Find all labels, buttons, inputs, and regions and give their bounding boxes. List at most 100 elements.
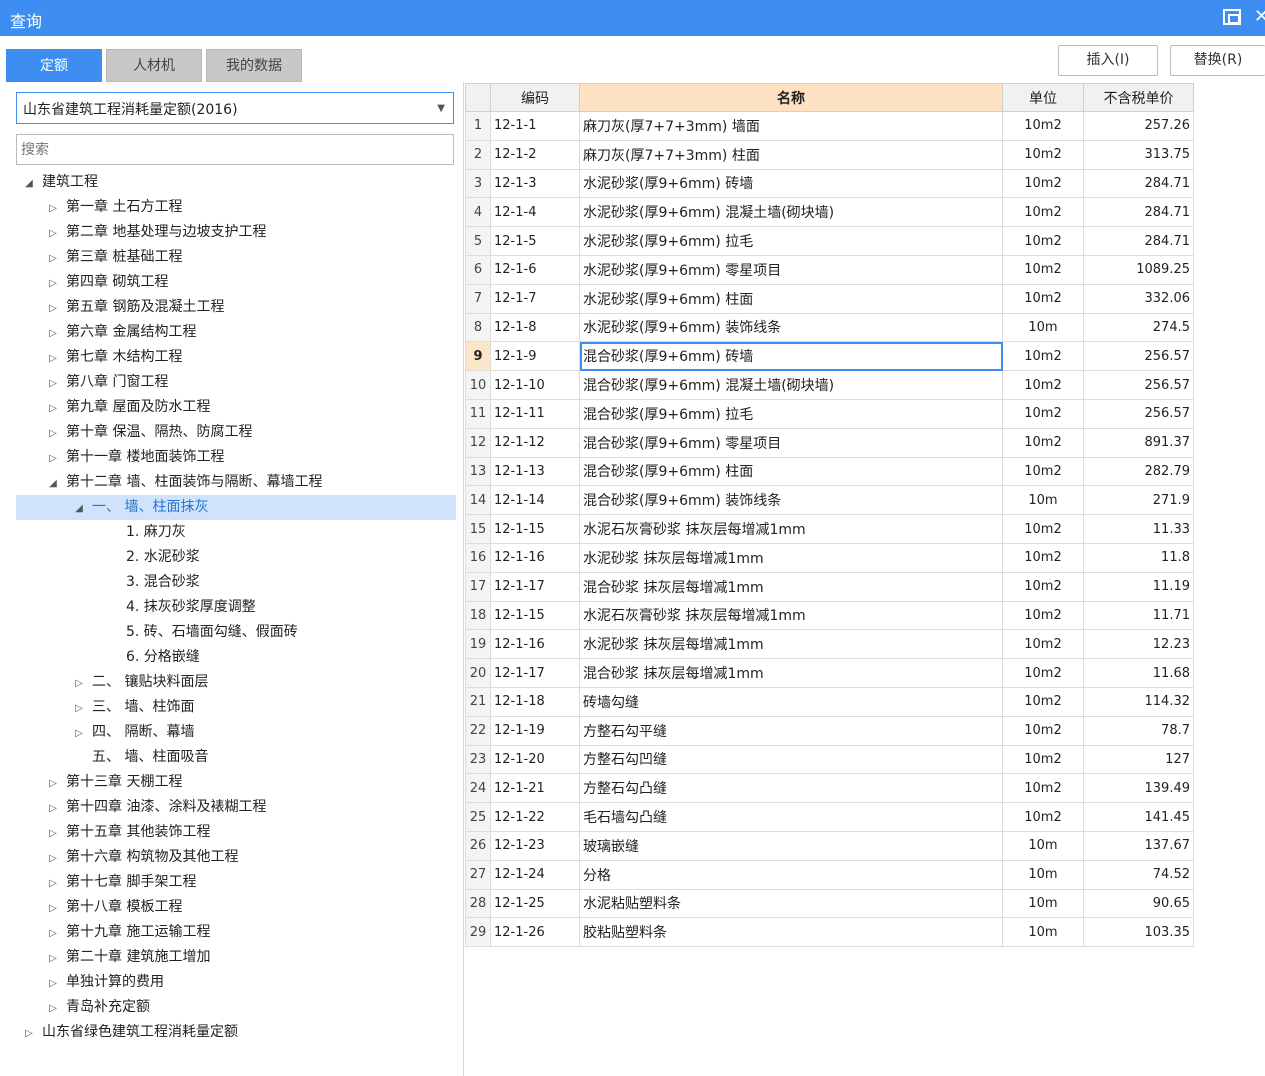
tree-item[interactable]: 1. 麻刀灰 xyxy=(6,520,464,545)
name-cell[interactable]: 胶粘贴塑料条 xyxy=(579,917,1003,948)
code-cell[interactable]: 12-1-13 xyxy=(490,456,580,487)
table-row[interactable]: 5 12-1-5 水泥砂浆(厚9+6mm) 拉毛 10m2 284.71 xyxy=(465,226,1194,256)
row-number-cell[interactable]: 10 xyxy=(465,370,491,400)
code-cell[interactable]: 12-1-20 xyxy=(490,744,580,775)
maximize-icon[interactable] xyxy=(1223,9,1241,25)
code-cell[interactable]: 12-1-7 xyxy=(490,283,580,314)
collapsed-arrow-icon[interactable]: ▷ xyxy=(46,996,60,1021)
unit-cell[interactable]: 10m xyxy=(1002,830,1084,861)
collapsed-arrow-icon[interactable]: ▷ xyxy=(46,796,60,821)
tab-quota[interactable]: 定额 xyxy=(6,49,102,82)
name-cell[interactable]: 混合砂浆 抹灰层每增减1mm xyxy=(579,658,1003,688)
tree-item[interactable]: 4. 抹灰砂浆厚度调整 xyxy=(6,595,464,620)
price-cell[interactable]: 313.75 xyxy=(1083,139,1194,170)
name-cell[interactable]: 混合砂浆(厚9+6mm) 砖墙 xyxy=(579,341,1003,372)
name-cell[interactable]: 方整石勾平缝 xyxy=(579,715,1003,746)
code-cell[interactable]: 12-1-4 xyxy=(490,197,580,228)
expanded-arrow-icon[interactable]: ◢ xyxy=(22,171,36,196)
row-number-cell[interactable]: 18 xyxy=(465,600,491,631)
name-cell[interactable]: 水泥砂浆 抹灰层每增减1mm xyxy=(579,542,1003,573)
table-row[interactable]: 4 12-1-4 水泥砂浆(厚9+6mm) 混凝土墙(砌块墙) 10m2 284.71 xyxy=(465,197,1194,228)
unit-cell[interactable]: 10m2 xyxy=(1002,226,1084,256)
price-cell[interactable]: 11.33 xyxy=(1083,514,1194,544)
tree-item[interactable]: ▷ 第八章 门窗工程 xyxy=(6,370,464,395)
price-cell[interactable]: 256.57 xyxy=(1083,398,1194,429)
table-row[interactable]: 23 12-1-20 方整石勾凹缝 10m2 127 xyxy=(465,744,1194,775)
table-row[interactable]: 7 12-1-7 水泥砂浆(厚9+6mm) 柱面 10m2 332.06 xyxy=(465,283,1194,314)
row-number-cell[interactable]: 5 xyxy=(465,226,491,256)
price-cell[interactable]: 256.57 xyxy=(1083,370,1194,400)
unit-cell[interactable]: 10m2 xyxy=(1002,715,1084,746)
collapsed-arrow-icon[interactable]: ▷ xyxy=(72,696,86,721)
table-row[interactable]: 10 12-1-10 混合砂浆(厚9+6mm) 混凝土墙(砌块墙) 10m2 256.5… xyxy=(465,370,1194,400)
table-row[interactable]: 11 12-1-11 混合砂浆(厚9+6mm) 拉毛 10m2 256.57 xyxy=(465,398,1194,429)
collapsed-arrow-icon[interactable]: ▷ xyxy=(46,296,60,321)
table-row[interactable]: 21 12-1-18 砖墙勾缝 10m2 114.32 xyxy=(465,686,1194,717)
row-number-cell[interactable]: 23 xyxy=(465,744,491,775)
price-cell[interactable]: 90.65 xyxy=(1083,888,1194,919)
name-cell[interactable]: 混合砂浆(厚9+6mm) 混凝土墙(砌块墙) xyxy=(579,370,1003,400)
row-number-cell[interactable]: 27 xyxy=(465,859,491,890)
unit-cell[interactable]: 10m2 xyxy=(1002,398,1084,429)
unit-cell[interactable]: 10m2 xyxy=(1002,254,1084,285)
table-row[interactable]: 19 12-1-16 水泥砂浆 抹灰层每增减1mm 10m2 12.23 xyxy=(465,629,1194,660)
collapsed-arrow-icon[interactable]: ▷ xyxy=(46,846,60,871)
price-cell[interactable]: 257.26 xyxy=(1083,111,1194,141)
search-input[interactable] xyxy=(16,134,454,165)
tree-item[interactable]: ▷ 第十六章 构筑物及其他工程 xyxy=(6,845,464,870)
table-row[interactable]: 14 12-1-14 混合砂浆(厚9+6mm) 装饰线条 10m 271.9 xyxy=(465,485,1194,516)
tree-item[interactable]: ▷ 第六章 金属结构工程 xyxy=(6,320,464,345)
name-cell[interactable]: 分格 xyxy=(579,859,1003,890)
row-number-cell[interactable]: 28 xyxy=(465,888,491,919)
unit-cell[interactable]: 10m2 xyxy=(1002,197,1084,228)
table-row[interactable]: 2 12-1-2 麻刀灰(厚7+7+3mm) 柱面 10m2 313.75 xyxy=(465,139,1194,170)
price-cell[interactable]: 274.5 xyxy=(1083,312,1194,343)
price-cell[interactable]: 891.37 xyxy=(1083,427,1194,458)
unit-cell[interactable]: 10m2 xyxy=(1002,283,1084,314)
unit-cell[interactable]: 10m2 xyxy=(1002,514,1084,544)
tree-item[interactable]: 2. 水泥砂浆 xyxy=(6,545,464,570)
price-cell[interactable]: 103.35 xyxy=(1083,917,1194,948)
name-cell[interactable]: 砖墙勾缝 xyxy=(579,686,1003,717)
table-row[interactable]: 18 12-1-15 水泥石灰膏砂浆 抹灰层每增减1mm 10m2 11.71 xyxy=(465,600,1194,631)
table-row[interactable]: 24 12-1-21 方整石勾凸缝 10m2 139.49 xyxy=(465,773,1194,804)
expanded-arrow-icon[interactable]: ◢ xyxy=(72,496,86,521)
tree-item[interactable]: ▷ 第九章 屋面及防水工程 xyxy=(6,395,464,420)
code-cell[interactable]: 12-1-26 xyxy=(490,917,580,948)
code-cell[interactable]: 12-1-16 xyxy=(490,542,580,573)
name-cell[interactable]: 混合砂浆 抹灰层每增减1mm xyxy=(579,571,1003,602)
row-number-cell[interactable]: 13 xyxy=(465,456,491,487)
code-cell[interactable]: 12-1-8 xyxy=(490,312,580,343)
collapsed-arrow-icon[interactable]: ▷ xyxy=(46,446,60,471)
table-row[interactable]: 3 12-1-3 水泥砂浆(厚9+6mm) 砖墙 10m2 284.71 xyxy=(465,168,1194,199)
code-cell[interactable]: 12-1-15 xyxy=(490,514,580,544)
unit-cell[interactable]: 10m2 xyxy=(1002,111,1084,141)
unit-cell[interactable]: 10m2 xyxy=(1002,542,1084,573)
unit-cell[interactable]: 10m2 xyxy=(1002,168,1084,199)
price-cell[interactable]: 12.23 xyxy=(1083,629,1194,660)
unit-cell[interactable]: 10m xyxy=(1002,485,1084,516)
name-cell[interactable]: 水泥粘贴塑料条 xyxy=(579,888,1003,919)
row-number-cell[interactable]: 8 xyxy=(465,312,491,343)
table-row[interactable]: 1 12-1-1 麻刀灰(厚7+7+3mm) 墙面 10m2 257.26 xyxy=(465,111,1194,141)
collapsed-arrow-icon[interactable]: ▷ xyxy=(46,371,60,396)
code-cell[interactable]: 12-1-15 xyxy=(490,600,580,631)
name-cell[interactable]: 麻刀灰(厚7+7+3mm) 柱面 xyxy=(579,139,1003,170)
column-header-name[interactable]: 名称 xyxy=(579,83,1003,112)
name-cell[interactable]: 混合砂浆(厚9+6mm) 拉毛 xyxy=(579,398,1003,429)
code-cell[interactable]: 12-1-21 xyxy=(490,773,580,804)
price-cell[interactable]: 11.8 xyxy=(1083,542,1194,573)
unit-cell[interactable]: 10m2 xyxy=(1002,802,1084,832)
name-cell[interactable]: 玻璃嵌缝 xyxy=(579,830,1003,861)
name-cell[interactable]: 方整石勾凸缝 xyxy=(579,773,1003,804)
tree-item[interactable]: ▷ 第一章 土石方工程 xyxy=(6,195,464,220)
price-cell[interactable]: 284.71 xyxy=(1083,168,1194,199)
code-cell[interactable]: 12-1-1 xyxy=(490,111,580,141)
name-cell[interactable]: 水泥砂浆(厚9+6mm) 装饰线条 xyxy=(579,312,1003,343)
tree-item[interactable]: ▷ 青岛补充定额 xyxy=(6,995,464,1020)
row-number-cell[interactable]: 3 xyxy=(465,168,491,199)
code-cell[interactable]: 12-1-10 xyxy=(490,370,580,400)
tree-item[interactable]: 3. 混合砂浆 xyxy=(6,570,464,595)
tree-item[interactable]: ▷ 第三章 桩基础工程 xyxy=(6,245,464,270)
code-cell[interactable]: 12-1-11 xyxy=(490,398,580,429)
